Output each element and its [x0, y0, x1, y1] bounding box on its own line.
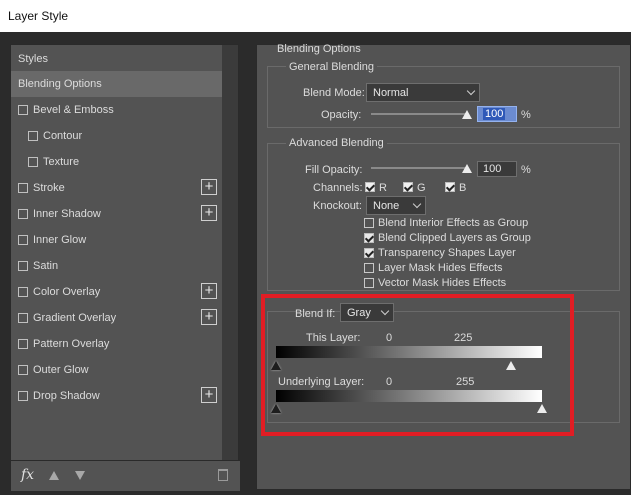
style-item-label: Outer Glow [33, 364, 89, 376]
style-item-texture[interactable]: Texture [11, 149, 223, 175]
channel-r-label: R [379, 182, 387, 194]
styles-scrollbar[interactable] [222, 45, 238, 460]
general-blending-title: General Blending [286, 61, 378, 73]
style-item-contour[interactable]: Contour [11, 123, 223, 149]
move-up-icon[interactable] [49, 471, 59, 480]
style-checkbox[interactable] [18, 209, 28, 219]
style-checkbox[interactable] [18, 313, 28, 323]
fill-opacity-slider-knob[interactable] [462, 164, 472, 173]
style-item-label: Contour [43, 130, 83, 142]
style-item-satin[interactable]: Satin [11, 253, 223, 279]
opacity-input[interactable]: 100 [477, 106, 517, 122]
knockout-select[interactable]: None [366, 196, 426, 215]
style-item-gradient-overlay[interactable]: Gradient Overlay + [11, 305, 223, 331]
style-checkbox[interactable] [18, 261, 28, 271]
option-label: Layer Mask Hides Effects [378, 262, 503, 274]
style-checkbox[interactable] [18, 391, 28, 401]
style-checkbox[interactable] [18, 287, 28, 297]
style-item-pattern-overlay[interactable]: Pattern Overlay [11, 331, 223, 357]
style-item-label: Color Overlay [33, 286, 101, 298]
style-item-label: Bevel & Emboss [33, 104, 114, 116]
style-item-label: Gradient Overlay [33, 312, 117, 324]
window-title: Layer Style [8, 9, 69, 23]
option-label: Blend Interior Effects as Group [378, 217, 529, 229]
option-checkbox[interactable] [364, 263, 374, 273]
knockout-value: None [373, 200, 400, 212]
advanced-blending-title: Advanced Blending [286, 137, 387, 149]
style-item-label: Drop Shadow [33, 390, 100, 402]
option-checkbox[interactable] [364, 233, 374, 243]
styles-header[interactable]: Styles [18, 53, 48, 65]
fill-opacity-label: Fill Opacity: [305, 164, 363, 176]
channel-r-checkbox[interactable] [365, 182, 375, 192]
styles-footer: fx [11, 460, 240, 491]
opacity-unit: % [521, 109, 531, 121]
channels-label: Channels: [313, 182, 363, 194]
move-down-icon[interactable] [75, 471, 85, 480]
add-icon[interactable]: + [201, 205, 217, 221]
style-item-drop-shadow[interactable]: Drop Shadow + [11, 383, 223, 409]
highlight-box [261, 294, 574, 436]
add-icon[interactable]: + [201, 387, 217, 403]
option-checkbox[interactable] [364, 278, 374, 288]
add-icon[interactable]: + [201, 283, 217, 299]
style-item-inner-shadow[interactable]: Inner Shadow + [11, 201, 223, 227]
style-checkbox[interactable] [18, 183, 28, 193]
opacity-slider-knob[interactable] [462, 110, 472, 119]
blend-mode-label: Blend Mode: [303, 87, 365, 99]
style-item-label: Blending Options [18, 78, 102, 90]
style-item-bevel-and-emboss[interactable]: Bevel & Emboss [11, 97, 223, 123]
style-item-label: Pattern Overlay [33, 338, 110, 350]
option-checkbox[interactable] [364, 218, 374, 228]
style-checkbox[interactable] [18, 105, 28, 115]
channel-b-checkbox[interactable] [445, 182, 455, 192]
style-checkbox[interactable] [18, 339, 28, 349]
style-item-inner-glow[interactable]: Inner Glow [11, 227, 223, 253]
channel-b-label: B [459, 182, 467, 194]
opacity-slider-track[interactable] [371, 113, 467, 115]
chevron-down-icon [466, 86, 476, 96]
channel-g-checkbox[interactable] [403, 182, 413, 192]
knockout-label: Knockout: [313, 200, 362, 212]
style-item-label: Stroke [33, 182, 65, 194]
style-item-blending-options[interactable]: Blending Options [11, 71, 223, 97]
styles-list: Styles Blending Options Bevel & Emboss Con… [11, 45, 223, 460]
style-item-label: Inner Glow [33, 234, 87, 246]
style-item-color-overlay[interactable]: Color Overlay + [11, 279, 223, 305]
title-bar: Layer Style [0, 0, 631, 32]
style-checkbox[interactable] [18, 365, 28, 375]
option-checkbox[interactable] [364, 248, 374, 258]
style-item-stroke[interactable]: Stroke + [11, 175, 223, 201]
style-checkbox[interactable] [28, 131, 38, 141]
style-item-label: Satin [33, 260, 59, 272]
chevron-down-icon [412, 199, 422, 209]
add-icon[interactable]: + [201, 179, 217, 195]
channel-g-label: G [417, 182, 426, 194]
trash-icon[interactable] [218, 469, 228, 481]
option-label: Vector Mask Hides Effects [378, 277, 507, 289]
opacity-label: Opacity: [321, 109, 362, 121]
style-item-outer-glow[interactable]: Outer Glow [11, 357, 223, 383]
blend-mode-select[interactable]: Normal [366, 83, 480, 102]
style-checkbox[interactable] [18, 235, 28, 245]
styles-panel: Styles Blending Options Bevel & Emboss Con… [10, 44, 240, 491]
blend-mode-value: Normal [373, 87, 409, 99]
fill-opacity-input[interactable]: 100 [477, 161, 517, 177]
option-label: Blend Clipped Layers as Group [378, 232, 531, 244]
option-label: Transparency Shapes Layer [378, 247, 516, 259]
style-item-label: Inner Shadow [33, 208, 101, 220]
fx-icon[interactable]: fx [21, 467, 34, 483]
fill-opacity-unit: % [521, 164, 531, 176]
style-item-label: Texture [43, 156, 80, 168]
add-icon[interactable]: + [201, 309, 217, 325]
style-checkbox[interactable] [28, 157, 38, 167]
fill-opacity-slider-track[interactable] [371, 167, 467, 169]
section-title: Blending Options [277, 43, 361, 55]
